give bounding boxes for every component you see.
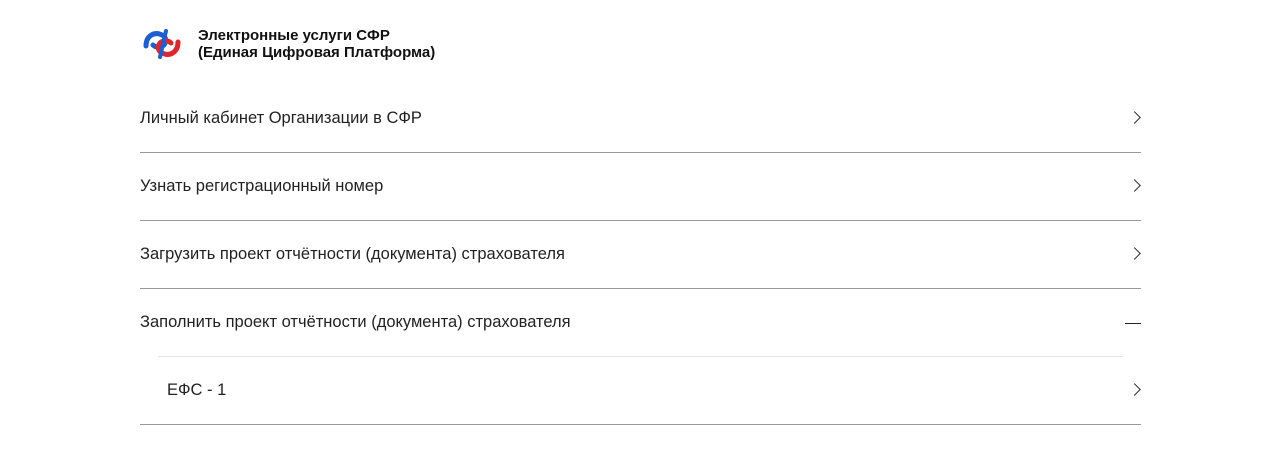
menu-item-personal-cabinet[interactable]: Личный кабинет Организации в СФР — [140, 85, 1141, 153]
chevron-right-icon — [1128, 178, 1141, 192]
header: Электронные услуги СФР (Единая Цифровая … — [140, 24, 435, 64]
services-menu: Личный кабинет Организации в СФР Узнать … — [140, 85, 1141, 425]
submenu-fill-report: ЕФС - 1 — [140, 356, 1141, 425]
submenu-item-efs-1[interactable]: ЕФС - 1 — [140, 357, 1141, 424]
brand-title-line1: Электронные услуги СФР — [198, 27, 390, 44]
chevron-right-icon — [1128, 110, 1141, 124]
menu-item-fill-report[interactable]: Заполнить проект отчётности (документа) … — [140, 289, 1141, 356]
menu-item-upload-report[interactable]: Загрузить проект отчётности (документа) … — [140, 221, 1141, 289]
submenu-item-label: ЕФС - 1 — [167, 381, 227, 399]
menu-item-registration-number[interactable]: Узнать регистрационный номер — [140, 153, 1141, 221]
menu-item-label: Заполнить проект отчётности (документа) … — [140, 313, 571, 331]
brand-title[interactable]: Электронные услуги СФР (Единая Цифровая … — [198, 27, 435, 61]
menu-item-label: Личный кабинет Организации в СФР — [140, 109, 422, 127]
collapse-minus-icon[interactable] — [1125, 322, 1141, 324]
chevron-right-icon — [1128, 246, 1141, 260]
chevron-right-icon — [1128, 382, 1141, 396]
brand-title-line2: (Единая Цифровая Платформа) — [198, 44, 436, 61]
sfr-logo-icon[interactable] — [140, 24, 184, 64]
menu-item-label: Узнать регистрационный номер — [140, 177, 384, 195]
menu-item-label: Загрузить проект отчётности (документа) … — [140, 245, 565, 263]
